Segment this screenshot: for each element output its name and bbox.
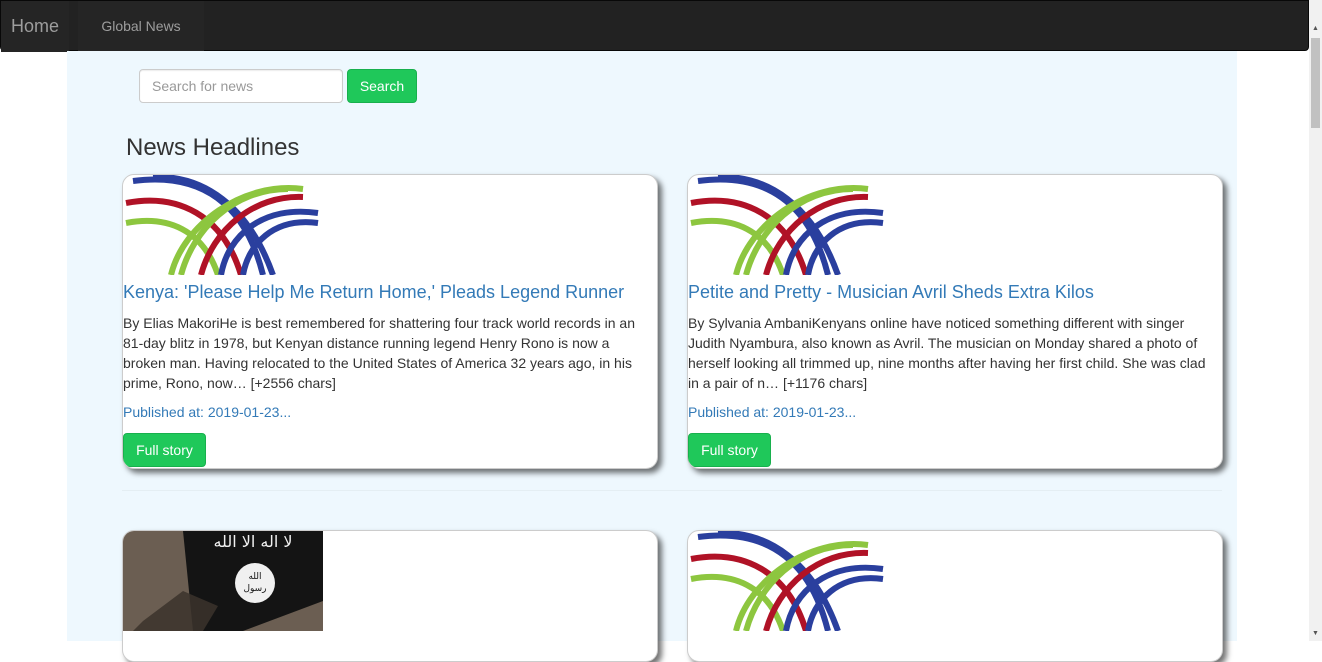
search-button[interactable]: Search: [347, 69, 417, 103]
triangle-up-icon[interactable]: ▲: [1309, 22, 1322, 36]
news-image: ﻻ ﺍﻟﻪ ﺍﻻ ﺍﻟﻠﻪ ﺍﻟﻠﻪ ﺭﺳﻮﻝ: [123, 531, 323, 631]
news-description: By Elias MakoriHe is best remembered for…: [123, 315, 635, 391]
news-description: By Sylvania AmbaniKenyans online have no…: [688, 315, 1206, 391]
published-date: Published at: 2019-01-23...: [123, 404, 292, 420]
row-divider: [122, 490, 1222, 491]
page-scrollbar[interactable]: ▲ ▼: [1309, 0, 1322, 641]
news-image: [688, 531, 888, 631]
svg-text:ﺍﻟﻠﻪ: ﺍﻟﻠﻪ: [248, 572, 261, 582]
top-navbar: Home Global News: [0, 0, 1309, 52]
svg-text:ﺭﺳﻮﻝ: ﺭﺳﻮﻝ: [243, 584, 266, 594]
full-story-button[interactable]: Full story: [688, 433, 771, 467]
scrollbar-thumb[interactable]: [1311, 38, 1320, 128]
nav-link-global-news[interactable]: Global News: [78, 1, 204, 52]
svg-text:ﻻ ﺍﻟﻪ ﺍﻻ ﺍﻟﻠﻪ: ﻻ ﺍﻟﻪ ﺍﻻ ﺍﻟﻠﻪ: [213, 532, 292, 551]
home-link[interactable]: Home: [1, 1, 70, 52]
news-image: [123, 175, 323, 275]
news-card: [687, 530, 1223, 662]
triangle-down-icon[interactable]: ▼: [1309, 627, 1322, 641]
news-card: Kenya: 'Please Help Me Return Home,' Ple…: [122, 174, 658, 469]
page-title: News Headlines: [126, 134, 300, 161]
search-input[interactable]: [139, 69, 343, 103]
news-card: Petite and Pretty - Musician Avril Sheds…: [687, 174, 1223, 469]
news-title-link[interactable]: Petite and Pretty - Musician Avril Sheds…: [688, 282, 1220, 303]
full-story-button[interactable]: Full story: [123, 433, 206, 467]
news-image: [688, 175, 888, 275]
published-date: Published at: 2019-01-23...: [688, 404, 857, 420]
news-card: ﻻ ﺍﻟﻪ ﺍﻻ ﺍﻟﻠﻪ ﺍﻟﻠﻪ ﺭﺳﻮﻝ: [122, 530, 658, 662]
news-title-link[interactable]: Kenya: 'Please Help Me Return Home,' Ple…: [123, 282, 655, 303]
